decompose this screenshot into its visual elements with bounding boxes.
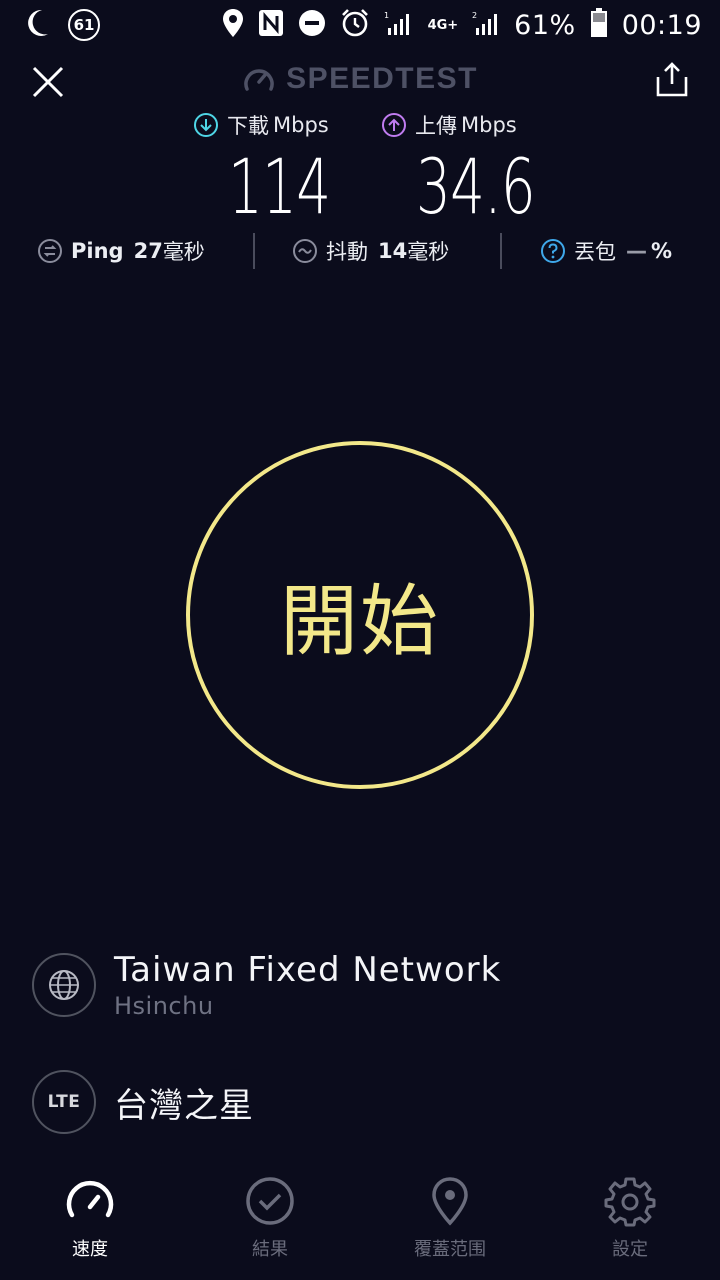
upload-label: 上傳 (415, 114, 457, 138)
location-icon (222, 8, 244, 42)
network-type-indicator: 4G+ (427, 17, 459, 33)
tab-coverage-label: 覆蓋范围 (414, 1239, 486, 1260)
notification-count-badge: 61 (68, 9, 100, 41)
ping-stat: Ping 27 毫秒 (37, 236, 205, 266)
packet-loss-stat[interactable]: 丟包 — % (540, 236, 672, 266)
tab-settings[interactable]: 設定 (540, 1175, 720, 1261)
stat-divider (500, 233, 502, 269)
jitter-label: 抖動 (326, 240, 368, 264)
ping-value: 27 (133, 239, 163, 263)
tab-speed[interactable]: 速度 (0, 1175, 180, 1261)
nfc-icon (258, 9, 284, 41)
gear-icon (604, 1177, 656, 1227)
lte-badge: LTE (32, 1070, 96, 1134)
check-circle-icon (246, 1177, 294, 1225)
start-test-button[interactable]: 開始 (186, 441, 534, 789)
share-button[interactable] (652, 60, 692, 100)
provider-name: 台灣之星 (114, 1085, 254, 1126)
server-name: Taiwan Fixed Network (114, 950, 502, 990)
bottom-tab-bar: 速度 結果 覆蓋范围 設定 (0, 1175, 720, 1280)
packet-loss-value: — (626, 239, 647, 263)
upload-arrow-icon (382, 113, 406, 137)
battery-percent: 61% (514, 9, 576, 41)
speedometer-icon (66, 1180, 114, 1218)
download-label: 下載 (227, 114, 269, 138)
globe-icon (49, 970, 79, 1000)
server-selector[interactable]: Taiwan Fixed Network Hsinchu (32, 950, 501, 1020)
lte-badge-text: LTE (47, 1092, 81, 1112)
ping-label: Ping (71, 239, 124, 263)
help-icon (541, 239, 565, 263)
alarm-icon (340, 8, 370, 42)
stats-row: Ping 27 毫秒 抖動 14 毫秒 丟包 — % (0, 230, 720, 272)
map-pin-icon (432, 1177, 468, 1226)
jitter-icon (293, 239, 317, 263)
app-header: SPEEDTEST (0, 50, 720, 112)
share-icon (656, 62, 688, 97)
packet-loss-label: 丟包 (574, 240, 616, 264)
tab-coverage[interactable]: 覆蓋范围 (360, 1175, 540, 1261)
globe-icon-circle (32, 953, 96, 1017)
start-test-label: 開始 (279, 577, 440, 667)
status-bar: 61 1 4G+ 2 61% 00:19 (0, 0, 720, 50)
ping-unit: 毫秒 (162, 240, 205, 264)
jitter-value: 14 (378, 239, 408, 263)
provider-info: LTE 台灣之星 (32, 1070, 254, 1134)
upload-unit: Mbps (461, 113, 517, 137)
download-arrow-icon (194, 113, 218, 137)
download-value: 114 (228, 142, 331, 231)
svg-text:2: 2 (472, 11, 477, 20)
download-unit: Mbps (273, 113, 329, 137)
battery-icon (590, 8, 608, 42)
dnd-icon (298, 9, 326, 41)
logo-text: SPEEDTEST (286, 62, 478, 95)
svg-text:1: 1 (384, 11, 389, 20)
tab-speed-label: 速度 (72, 1239, 108, 1260)
speedometer-logo-icon (244, 69, 274, 91)
signal-icon: 1 (384, 10, 414, 40)
upload-value: 34.6 (416, 142, 536, 231)
server-location: Hsinchu (114, 992, 214, 1020)
upload-header: 上傳 Mbps (381, 110, 517, 140)
tab-settings-label: 設定 (612, 1239, 648, 1260)
speedtest-logo: SPEEDTEST (0, 62, 720, 96)
packet-loss-unit: % (651, 239, 673, 263)
tab-results[interactable]: 結果 (180, 1175, 360, 1261)
jitter-unit: 毫秒 (407, 240, 450, 264)
stat-divider (253, 233, 255, 269)
jitter-stat: 抖動 14 毫秒 (292, 236, 449, 266)
tab-results-label: 結果 (252, 1239, 288, 1260)
ping-icon (38, 239, 62, 263)
signal-2-icon: 2 (472, 10, 500, 40)
download-header: 下載 Mbps (193, 110, 329, 140)
moon-icon (24, 8, 50, 42)
clock: 00:19 (621, 9, 702, 41)
